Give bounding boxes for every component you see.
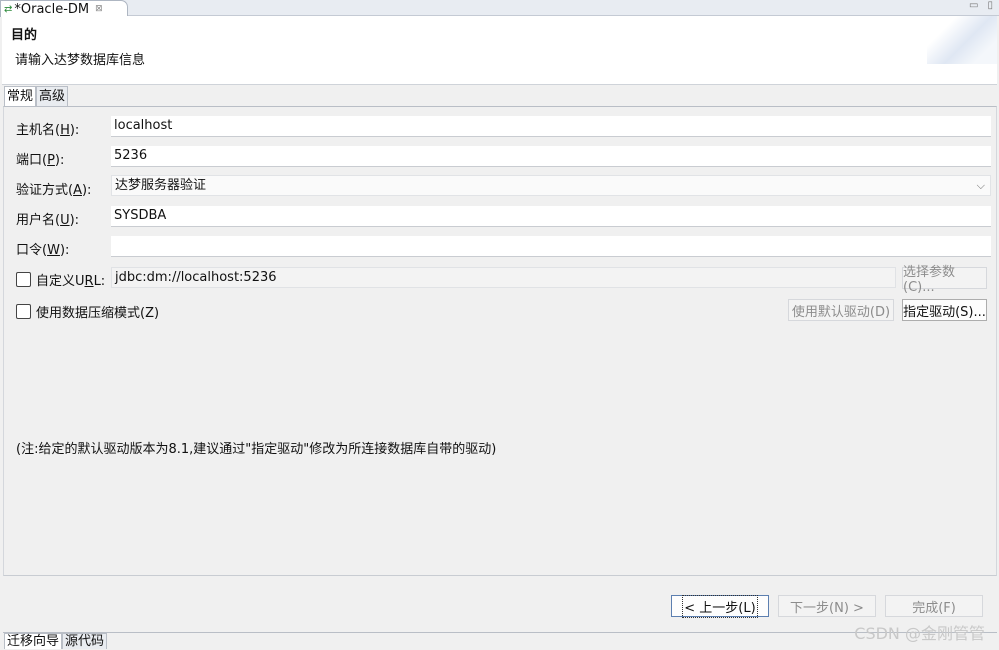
password-label: 口令(W): [16,243,70,258]
checkbox-box[interactable] [16,272,31,287]
compression-label: 使用数据压缩模式(Z) [36,306,160,321]
auth-method-label: 验证方式(A): [16,183,92,198]
editor-tab-title: *Oracle-DM [14,1,90,17]
wizard-description: 请输入达梦数据库信息 [15,53,146,68]
settings-tabs: 常规 高级 [4,86,69,108]
bottom-view-tabs: 迁移向导 源代码 [4,633,108,649]
tab-advanced[interactable]: 高级 [36,86,69,107]
custom-url-label: 自定义URL: [36,274,106,289]
sync-arrows-icon: ⇄ [4,3,13,15]
back-button-label: < 上一步(L) [682,594,758,618]
driver-note: (注:给定的默认驱动版本为8.1,建议通过"指定驱动"修改为所连接数据库自带的驱… [16,442,497,457]
custom-url-input[interactable]: jdbc:dm://localhost:5236 [111,267,896,288]
auth-method-value: 达梦服务器验证 [115,178,207,193]
wizard-footer: < 上一步(L) 下一步(N) > 完成(F) [3,577,997,633]
select-params-button[interactable]: 选择参数(C)... [902,265,987,295]
host-label: 主机名(H): [16,123,80,138]
minimize-icon[interactable]: ▭ [969,0,978,12]
tab-source-code[interactable]: 源代码 [62,633,108,649]
maximize-icon[interactable]: ▯ [987,0,993,12]
port-input[interactable]: 5236 [111,146,991,167]
tab-general[interactable]: 常规 [4,86,37,108]
auth-method-select[interactable]: 达梦服务器验证 ⌵ [111,175,991,196]
next-button[interactable]: 下一步(N) > [778,595,876,617]
compression-checkbox[interactable]: 使用数据压缩模式(Z) [16,302,159,321]
watermark-text: CSDN @金刚管管 [854,624,985,643]
specify-driver-button[interactable]: 指定驱动(S)... [902,299,987,321]
port-label: 端口(P): [16,153,65,168]
finish-button[interactable]: 完成(F) [885,595,983,617]
username-label: 用户名(U): [16,213,80,228]
window-controls: ▭ ▯ [969,0,993,12]
banner-decoration [927,16,997,64]
chevron-down-icon: ⌵ [976,179,985,192]
password-input[interactable] [111,236,991,257]
username-input[interactable]: SYSDBA [111,206,991,227]
default-driver-button[interactable]: 使用默认驱动(D) [788,299,894,321]
tab-migration-wizard[interactable]: 迁移向导 [4,633,63,649]
custom-url-checkbox[interactable]: 自定义URL: [16,270,105,289]
host-input[interactable]: localhost [111,116,991,137]
connection-form-panel: 主机名(H): localhost 端口(P): 5236 验证方式(A): 达… [3,106,997,576]
back-button[interactable]: < 上一步(L) [671,594,769,618]
wizard-header: 目的 请输入达梦数据库信息 [2,16,997,85]
editor-tab-oracle-dm[interactable]: ⇄ *Oracle-DM ⊠ [0,0,128,17]
editor-tab-bar [0,0,999,16]
checkbox-box[interactable] [16,304,31,319]
close-icon[interactable]: ⊠ [95,4,103,14]
wizard-title: 目的 [11,28,38,43]
